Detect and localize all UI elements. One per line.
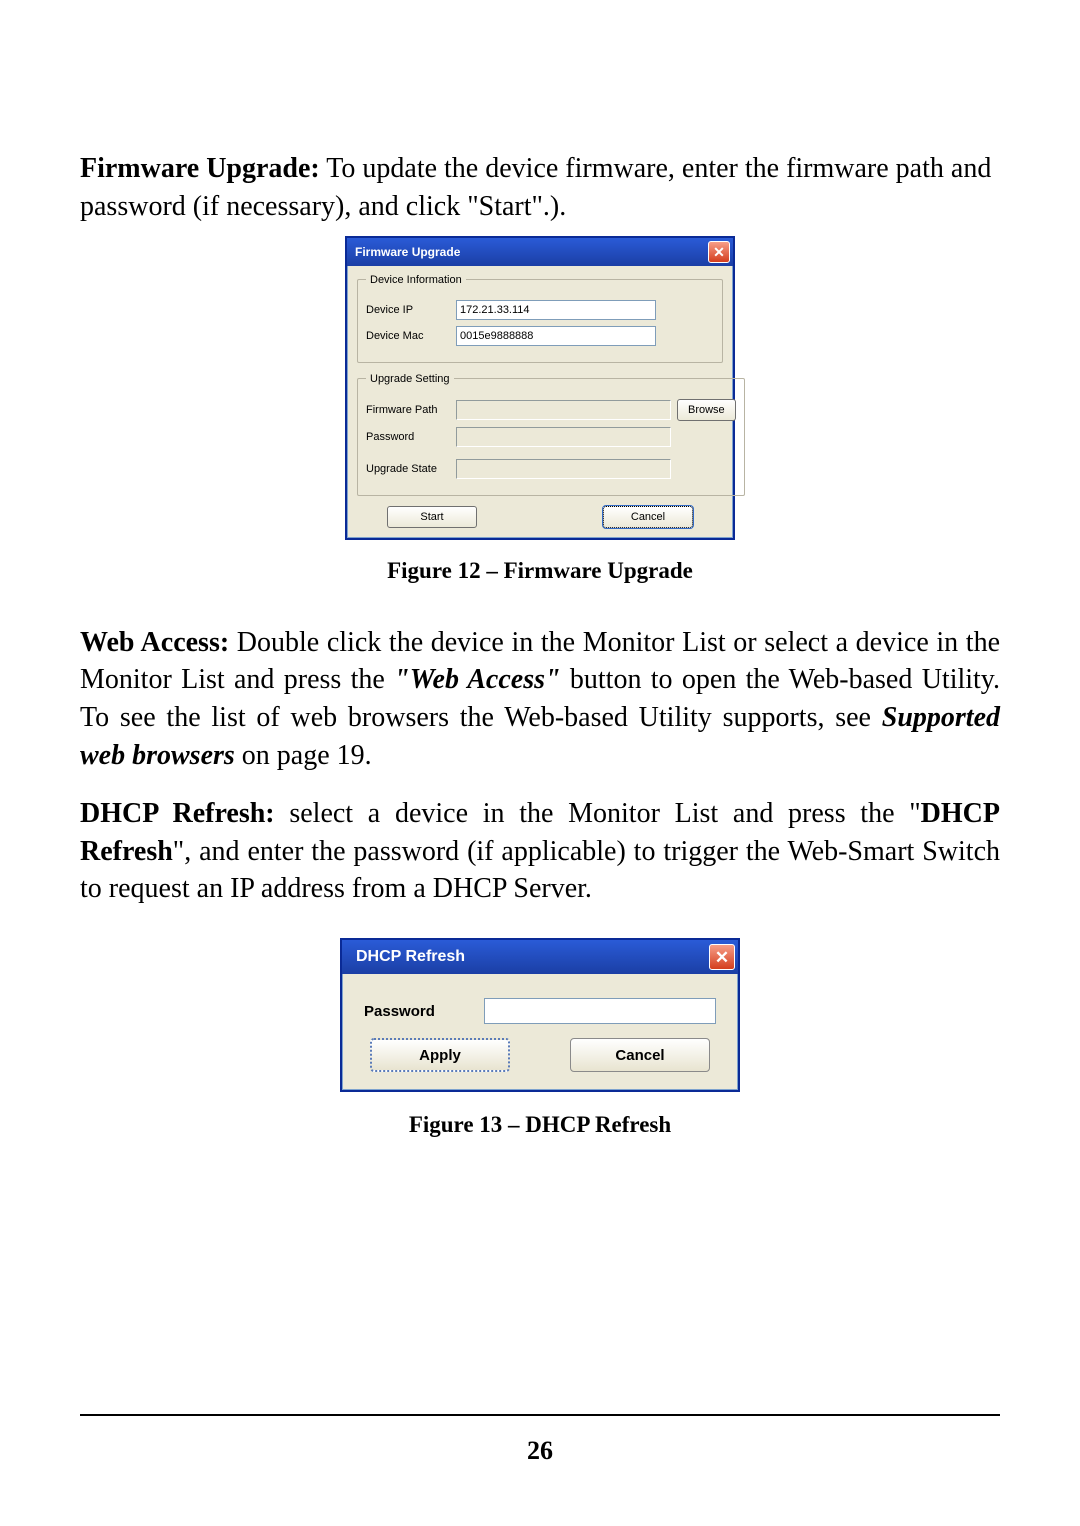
figure-13-caption: Figure 13 – DHCP Refresh [80,1112,1000,1138]
heading-web-access: Web Access: [80,627,229,658]
close-icon[interactable]: ✕ [709,944,735,970]
web-access-emphasis: "Web Access" [394,664,560,695]
start-button[interactable]: Start [387,506,477,528]
firmware-dialog: Firmware Upgrade ✕ Device Information De… [345,236,735,540]
para-web-access: Web Access: Double click the device in t… [80,624,1000,775]
device-ip-label: Device IP [366,304,456,316]
firmware-password-field[interactable] [456,427,671,447]
firmware-password-label: Password [366,431,456,443]
firmware-path-field[interactable] [456,400,671,420]
dhcp-password-label: Password [364,1003,484,1020]
browse-button[interactable]: Browse [677,399,736,421]
page-number: 26 [0,1436,1080,1466]
firmware-path-label: Firmware Path [366,404,456,416]
firmware-dialog-titlebar: Firmware Upgrade ✕ [347,238,733,266]
apply-button[interactable]: Apply [370,1038,510,1072]
dhcp-dialog-title: DHCP Refresh [350,946,471,968]
upgrade-setting-legend: Upgrade Setting [366,373,454,385]
close-icon[interactable]: ✕ [708,241,730,263]
device-info-group: Device Information Device IP Device Mac [357,274,723,363]
upgrade-state-field [456,459,671,479]
cancel-button[interactable]: Cancel [603,506,693,528]
dhcp-password-field[interactable] [484,998,716,1024]
device-info-legend: Device Information [366,274,466,286]
device-mac-label: Device Mac [366,330,456,342]
upgrade-state-label: Upgrade State [366,463,456,475]
footer-rule [80,1414,1000,1416]
heading-firmware: Firmware Upgrade: [80,153,320,184]
figure-firmware-dialog: Firmware Upgrade ✕ Device Information De… [80,236,1000,540]
figure-dhcp-dialog: DHCP Refresh ✕ Password Apply Cancel [80,938,1000,1092]
device-ip-field[interactable] [456,300,656,320]
firmware-dialog-body: Device Information Device IP Device Mac … [347,266,733,538]
dhcp-dialog-titlebar: DHCP Refresh ✕ [342,940,738,974]
para-dhcp-refresh: DHCP Refresh: select a device in the Mon… [80,795,1000,908]
cancel-button[interactable]: Cancel [570,1038,710,1072]
heading-dhcp-refresh: DHCP Refresh: [80,798,275,829]
upgrade-setting-group: Upgrade Setting Firmware Path Browse Pas… [357,373,745,496]
para-firmware-upgrade: Firmware Upgrade: To update the device f… [80,150,1000,226]
device-mac-field[interactable] [456,326,656,346]
firmware-dialog-title: Firmware Upgrade [355,245,460,259]
dhcp-dialog-body: Password Apply Cancel [342,974,738,1090]
firmware-dialog-buttons: Start Cancel [357,506,723,528]
dhcp-dialog: DHCP Refresh ✕ Password Apply Cancel [340,938,740,1092]
figure-12-caption: Figure 12 – Firmware Upgrade [80,558,1000,584]
